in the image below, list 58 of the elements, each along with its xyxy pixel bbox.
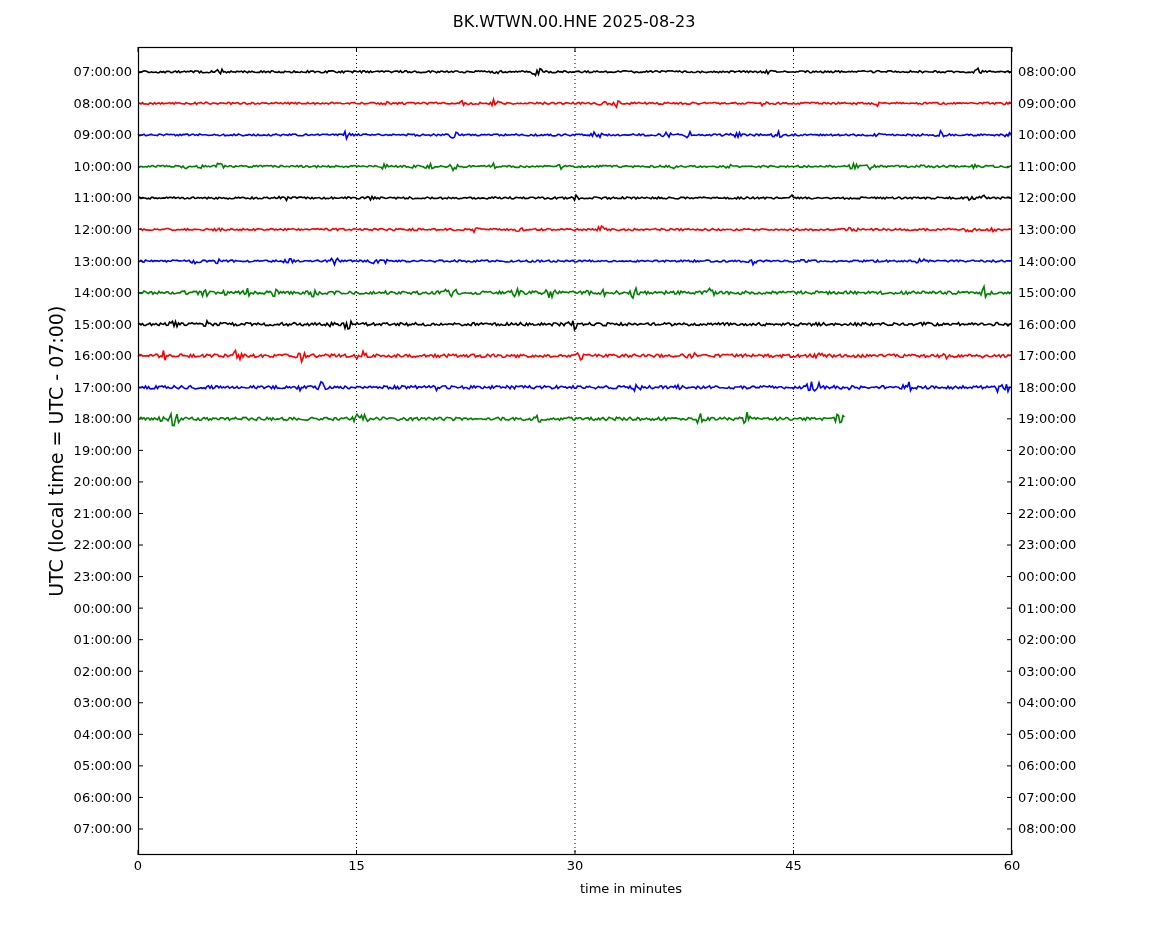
tick-label: 11:00:00 xyxy=(73,191,132,205)
tick-label: 01:00:00 xyxy=(1018,601,1077,615)
tick-label: 60 xyxy=(1003,859,1021,872)
tick-label: 45 xyxy=(785,859,802,872)
tick-label: 18:00:00 xyxy=(1018,380,1077,394)
tick-label: 17:00:00 xyxy=(1018,349,1077,363)
tick-label: 30 xyxy=(566,859,584,872)
tick-label: 09:00:00 xyxy=(73,128,132,142)
tick-label: 15 xyxy=(348,859,365,872)
tick-label: 05:00:00 xyxy=(1018,727,1077,741)
tick-label: 02:00:00 xyxy=(73,664,132,678)
tick-label: 0 xyxy=(133,859,143,872)
tick-label: 04:00:00 xyxy=(1018,696,1077,710)
tick-label: 06:00:00 xyxy=(1018,759,1077,773)
tick-label: 00:00:00 xyxy=(73,601,132,615)
tick-label: 14:00:00 xyxy=(73,286,132,300)
tick-label: 22:00:00 xyxy=(73,538,132,552)
tick-label: 07:00:00 xyxy=(1018,790,1077,804)
tick-label: 17:00:00 xyxy=(73,380,132,394)
tick-label: 01:00:00 xyxy=(73,633,132,647)
tick-label: 20:00:00 xyxy=(73,475,132,489)
tick-label: 09:00:00 xyxy=(1018,96,1077,110)
tick-label: 13:00:00 xyxy=(73,254,132,268)
tick-label: 16:00:00 xyxy=(73,349,132,363)
tick-label: 19:00:00 xyxy=(1018,412,1077,426)
tick-label: 19:00:00 xyxy=(73,443,132,457)
x-axis-label: time in minutes xyxy=(579,880,683,898)
tick-label: 23:00:00 xyxy=(1018,538,1077,552)
tick-label: 18:00:00 xyxy=(73,412,132,426)
tick-label: 22:00:00 xyxy=(1018,506,1077,520)
tick-label: 23:00:00 xyxy=(73,570,132,583)
tick-label: 12:00:00 xyxy=(73,223,132,236)
y-axis-label: UTC (local time = UTC - 07:00) xyxy=(44,305,69,597)
tick-label: 03:00:00 xyxy=(1018,664,1077,678)
tick-label: 10:00:00 xyxy=(73,159,132,173)
tick-label: 05:00:00 xyxy=(73,759,132,773)
tick-label: 08:00:00 xyxy=(73,96,132,110)
tick-label: 20:00:00 xyxy=(1018,443,1077,457)
tick-label: 10:00:00 xyxy=(1018,128,1077,142)
tick-label: 08:00:00 xyxy=(1018,65,1077,79)
tick-label: 03:00:00 xyxy=(73,696,132,710)
tick-label: 06:00:00 xyxy=(73,790,132,804)
tick-label: 02:00:00 xyxy=(1018,633,1077,647)
tick-label: 21:00:00 xyxy=(1018,475,1077,489)
tick-label: 15:00:00 xyxy=(73,317,132,331)
tick-label: 07:00:00 xyxy=(73,822,132,836)
tick-label: 00:00:00 xyxy=(1018,570,1077,583)
tick-label: 13:00:00 xyxy=(1018,223,1077,236)
tick-label: 12:00:00 xyxy=(1018,191,1077,205)
tick-label: 15:00:00 xyxy=(1018,286,1077,300)
tick-label: 07:00:00 xyxy=(73,65,132,79)
tick-label: 14:00:00 xyxy=(1018,254,1077,268)
tick-label: 11:00:00 xyxy=(1018,159,1077,173)
tick-label: 21:00:00 xyxy=(73,506,132,520)
tick-label: 08:00:00 xyxy=(1018,822,1077,836)
plot-title: BK.WTWN.00.HNE 2025-08-23 xyxy=(452,10,696,33)
tick-label: 16:00:00 xyxy=(1018,317,1077,331)
tick-label: 04:00:00 xyxy=(73,727,132,741)
